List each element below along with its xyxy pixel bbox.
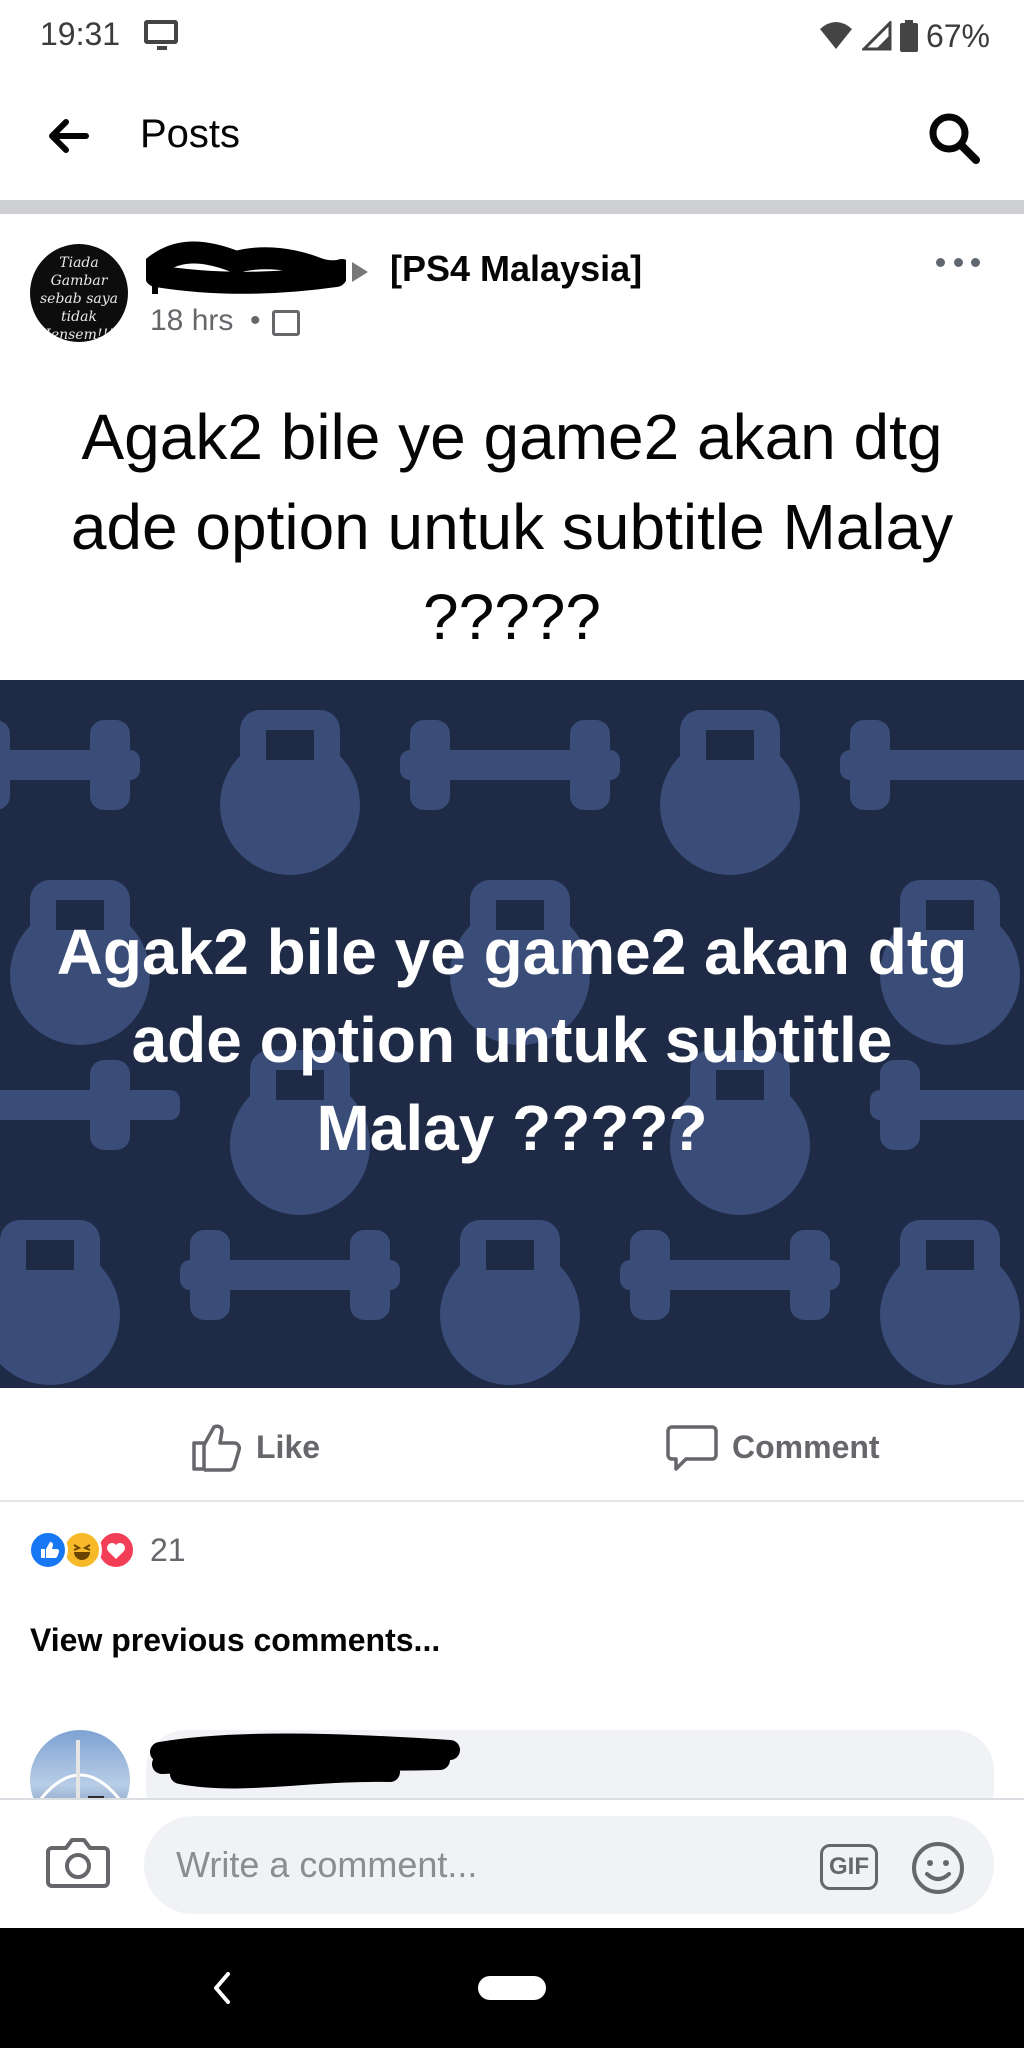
more-options-icon[interactable]: [936, 254, 980, 270]
author-avatar[interactable]: Tiada Gambar sebab saya tidak Hensem!!!!: [30, 244, 128, 342]
commenter-name-redaction: [150, 1733, 460, 1789]
love-reaction-icon: [96, 1530, 136, 1570]
dumbbell-icon: [0, 720, 140, 810]
camera-icon[interactable]: [46, 1834, 110, 1890]
group-name-link[interactable]: [PS4 Malaysia]: [390, 248, 642, 290]
screen-cast-icon: [144, 20, 178, 50]
dumbbell-icon: [840, 720, 1024, 810]
back-arrow-icon[interactable]: [44, 112, 92, 160]
system-navigation-bar: [0, 1928, 1024, 2048]
battery-percentage: 67%: [925, 17, 990, 54]
emoji-icon[interactable]: [910, 1840, 966, 1896]
kettlebell-icon: [440, 1220, 580, 1385]
like-label: Like: [256, 1428, 321, 1465]
author-name-redaction[interactable]: [146, 240, 346, 298]
search-icon[interactable]: [926, 110, 982, 166]
haha-reaction-icon: [62, 1530, 102, 1570]
header-divider: [0, 200, 1024, 214]
reaction-count: 21: [150, 1531, 186, 1568]
group-audience-icon: [272, 310, 300, 336]
kettlebell-icon: [0, 1220, 120, 1385]
avatar-caption: Tiada Gambar sebab saya tidak Hensem!!!!: [38, 255, 120, 342]
post-actions-bar: Like Comment: [0, 1388, 1024, 1502]
nav-back-icon[interactable]: [206, 1964, 236, 2012]
comment-bubble-icon: [666, 1425, 718, 1471]
signal-icon: [861, 21, 892, 51]
like-reaction-icon: [28, 1530, 68, 1570]
post-image-text: Agak2 bile ye game2 akan dtg ade option …: [56, 916, 968, 1164]
battery-icon: [899, 20, 918, 52]
kettlebell-icon: [220, 710, 360, 875]
post-timestamp[interactable]: 18 hrs: [150, 304, 233, 338]
dumbbell-icon: [620, 1230, 840, 1320]
status-right-group: 67%: [818, 16, 990, 56]
comment-label: Comment: [732, 1428, 880, 1465]
gif-icon[interactable]: GIF: [820, 1844, 878, 1890]
meta-separator: •: [250, 304, 261, 337]
post-background-image[interactable]: Agak2 bile ye game2 akan dtg ade option …: [0, 680, 1024, 1388]
kettlebell-icon: [660, 710, 800, 875]
page-title: Posts: [140, 112, 241, 156]
comment-composer: GIF: [0, 1798, 1024, 1930]
top-app-bar: Posts: [0, 72, 1024, 200]
thumbs-up-icon: [192, 1424, 241, 1472]
dumbbell-icon: [400, 720, 620, 810]
like-button[interactable]: Like: [190, 1422, 320, 1472]
reactions-summary[interactable]: 21: [28, 1530, 186, 1570]
status-time: 19:31: [40, 16, 121, 52]
comment-button[interactable]: Comment: [666, 1422, 880, 1472]
kettlebell-icon: [880, 1220, 1020, 1385]
wifi-icon: [819, 22, 852, 49]
nav-home-pill[interactable]: [478, 1976, 546, 2000]
status-bar: 19:31 67%: [0, 0, 1024, 72]
view-previous-comments-link[interactable]: View previous comments...: [30, 1622, 440, 1659]
dumbbell-icon: [180, 1230, 400, 1320]
group-arrow-icon: [352, 262, 368, 282]
post-text: Agak2 bile ye game2 akan dtg ade option …: [70, 401, 954, 653]
